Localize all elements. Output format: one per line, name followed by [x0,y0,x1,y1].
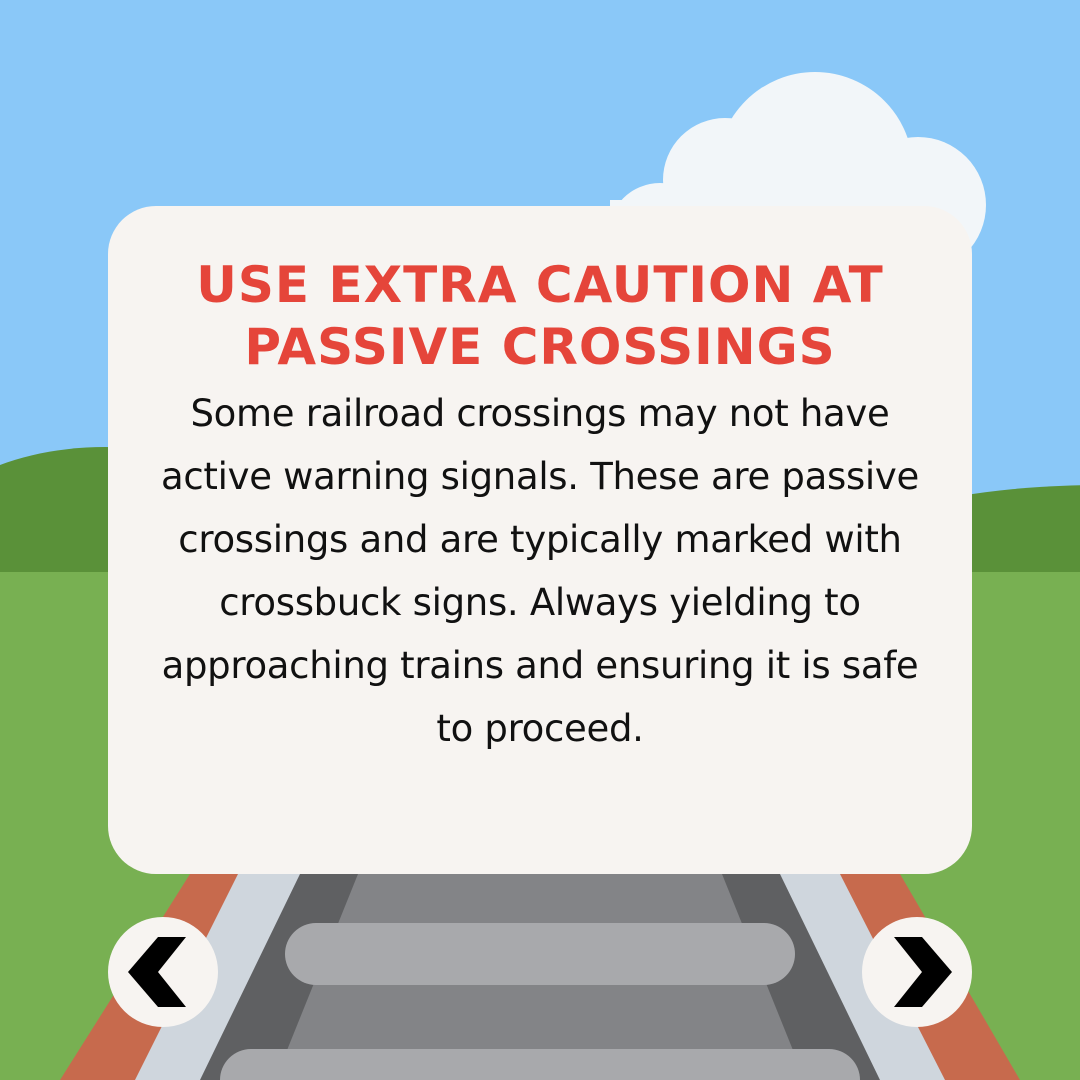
previous-button[interactable] [108,917,218,1027]
card-body: Some railroad crossings may not have act… [161,392,919,750]
chevron-right-icon [894,937,952,1007]
info-card: USE EXTRA CAUTION AT PASSIVE CROSSINGS S… [108,206,972,874]
chevron-left-icon [128,937,186,1007]
next-button[interactable] [862,917,972,1027]
sleeper [285,923,795,985]
sleeper [220,1049,860,1080]
card-title: USE EXTRA CAUTION AT PASSIVE CROSSINGS [196,256,884,376]
